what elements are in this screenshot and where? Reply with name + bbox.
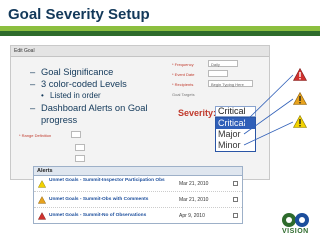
slide: Goal Severity Setup Edit Goal * Frequenc… [0, 0, 320, 240]
bullet-dashboard-alerts: Dashboard Alerts on Goal progress [30, 102, 180, 126]
title-underline-dark [0, 31, 320, 36]
logo-text: VISION [282, 228, 309, 235]
range-field-2[interactable] [75, 144, 85, 151]
slide-title: Goal Severity Setup [8, 6, 150, 23]
minor-warning-icon [293, 115, 307, 128]
range-field-3[interactable] [75, 155, 85, 162]
severity-option-critical[interactable]: Critical [216, 118, 255, 129]
critical-warning-icon [293, 68, 307, 81]
severity-option-minor[interactable]: Minor [216, 140, 255, 151]
form-header: Edit Goal [11, 46, 269, 57]
severity-option-major[interactable]: Major [216, 129, 255, 140]
alert-name[interactable]: Unmet Goals - Summit-No of Observations [49, 213, 169, 219]
range-definition-label: * Range Definition [19, 133, 52, 138]
critical-alert-icon [38, 212, 46, 220]
minor-alert-icon [38, 180, 46, 188]
bullet-goal-significance: Goal Significance [30, 66, 180, 78]
range-definition-field[interactable] [71, 131, 81, 138]
alert-date: Mar 21, 2010 [179, 181, 209, 187]
alerts-panel-title: Alerts [34, 167, 242, 176]
event-date-field[interactable] [208, 70, 228, 77]
alert-row[interactable]: Unmet Goals - Summit-Obs with Comments M… [34, 193, 242, 208]
sub-bullet-listed-order: Listed in order [30, 90, 180, 102]
major-warning-icon [293, 92, 307, 105]
alert-name[interactable]: Unmet Goals - Summit-Obs with Comments [49, 197, 169, 203]
alert-date: Mar 21, 2010 [179, 197, 209, 203]
alert-date: Apr 9, 2010 [179, 213, 205, 219]
severity-label: Severity: [178, 108, 217, 118]
alerts-panel: Alerts Unmet Goals - Summit-Inspector Pa… [33, 166, 243, 224]
bullet-list: Goal Significance 3 color-coded Levels L… [30, 66, 180, 126]
frequency-select[interactable]: Daily [208, 60, 238, 67]
alert-checkbox[interactable] [233, 213, 238, 218]
recipients-input[interactable]: Begin Typing Here [208, 80, 253, 87]
severity-dropdown-list[interactable]: Critical Major Minor [215, 117, 256, 152]
alert-checkbox[interactable] [233, 197, 238, 202]
major-alert-icon [38, 196, 46, 204]
alert-checkbox[interactable] [233, 181, 238, 186]
alert-row[interactable]: Unmet Goals - Summit-No of Observations … [34, 209, 242, 224]
alert-row[interactable]: Unmet Goals - Summit-Inspector Participa… [34, 177, 242, 192]
alert-name[interactable]: Unmet Goals - Summit-Inspector Participa… [49, 178, 169, 184]
bullet-color-levels: 3 color-coded Levels [30, 78, 180, 90]
severity-select[interactable]: Critical [215, 106, 256, 117]
